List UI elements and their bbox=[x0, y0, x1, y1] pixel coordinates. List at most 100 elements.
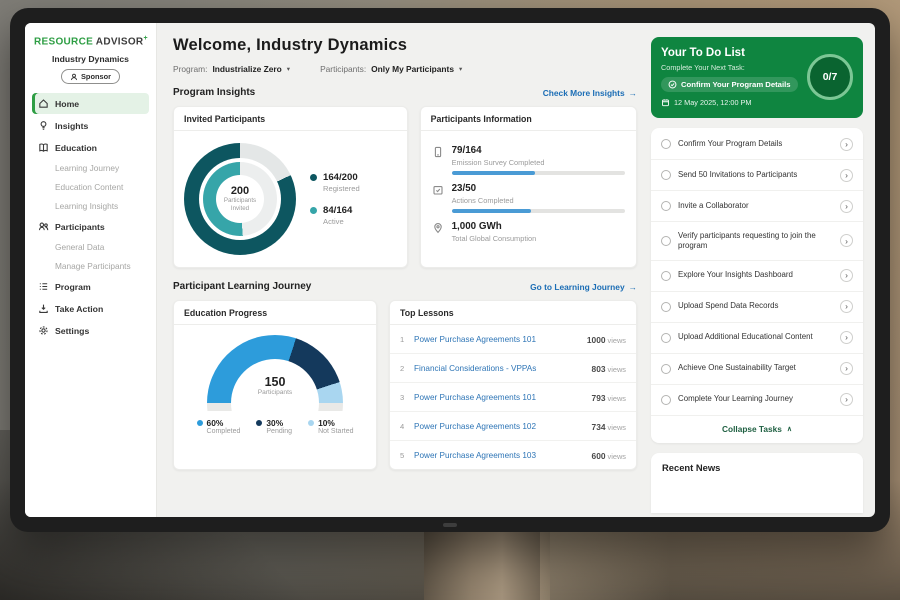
todo-summary-card: Your To Do List Complete Your Next Task:… bbox=[651, 37, 863, 118]
chevron-right-icon[interactable]: › bbox=[840, 200, 853, 213]
task-item[interactable]: Upload Additional Educational Content › bbox=[651, 323, 863, 354]
task-item[interactable]: Upload Spend Data Records › bbox=[651, 292, 863, 323]
chevron-right-icon[interactable]: › bbox=[840, 169, 853, 182]
task-checkbox[interactable] bbox=[661, 201, 671, 211]
section-title: Program Insights bbox=[173, 87, 255, 98]
learning-card-row: Education Progress 150 Participants bbox=[173, 300, 637, 470]
task-checkbox[interactable] bbox=[661, 364, 671, 374]
task-item[interactable]: Achieve One Sustainability Target › bbox=[651, 354, 863, 385]
gauge-center-label: Participants bbox=[258, 389, 292, 396]
link-label: Check More Insights bbox=[543, 88, 625, 98]
chevron-right-icon[interactable]: › bbox=[840, 300, 853, 313]
lesson-link[interactable]: Financial Considerations - VPPAs bbox=[414, 364, 585, 373]
program-select[interactable]: Program: Industrialize Zero ▾ bbox=[173, 64, 290, 74]
actions-progress-bar bbox=[452, 209, 625, 213]
task-checkbox[interactable] bbox=[661, 139, 671, 149]
gauge-center-value: 150 bbox=[265, 375, 286, 389]
lesson-row: 5 Power Purchase Agreements 103 600views bbox=[390, 441, 636, 469]
task-item[interactable]: Verify participants requesting to join t… bbox=[651, 222, 863, 261]
education-legend: 60% Completed 30% Pending bbox=[197, 418, 354, 435]
legend-label: Active bbox=[323, 217, 352, 226]
info-value: 1,000 GWh bbox=[452, 221, 625, 232]
collapse-tasks-link[interactable]: Collapse Tasks ∧ bbox=[651, 416, 863, 442]
check-more-insights-link[interactable]: Check More Insights → bbox=[543, 88, 637, 98]
sidebar-item-manage-participants[interactable]: Manage Participants bbox=[32, 257, 149, 275]
chevron-up-icon: ∧ bbox=[787, 425, 792, 433]
todo-next-task[interactable]: Confirm Your Program Details bbox=[661, 77, 798, 92]
chevron-right-icon[interactable]: › bbox=[840, 234, 853, 247]
legend-value: 60% bbox=[207, 418, 241, 428]
sidebar: RESOURCE ADVISOR+ Industry Dynamics Spon… bbox=[25, 23, 157, 517]
todo-time-label: 12 May 2025, 12:00 PM bbox=[674, 98, 751, 107]
sidebar-item-program[interactable]: Program bbox=[32, 276, 149, 297]
chevron-right-icon[interactable]: › bbox=[840, 393, 853, 406]
lesson-link[interactable]: Power Purchase Agreements 101 bbox=[414, 393, 585, 402]
task-checkbox[interactable] bbox=[661, 236, 671, 246]
lesson-views: 793 bbox=[592, 393, 606, 403]
gear-icon bbox=[38, 325, 49, 336]
card-title: Participants Information bbox=[421, 107, 636, 131]
sponsor-badge[interactable]: Sponsor bbox=[61, 69, 120, 84]
sidebar-item-general-data[interactable]: General Data bbox=[32, 238, 149, 256]
chevron-right-icon[interactable]: › bbox=[840, 362, 853, 375]
lesson-link[interactable]: Power Purchase Agreements 101 bbox=[414, 335, 581, 344]
task-checkbox[interactable] bbox=[661, 302, 671, 312]
info-row-emission-survey: 79/164 Emission Survey Completed bbox=[432, 145, 625, 175]
legend-item-registered: 164/200 Registered bbox=[310, 172, 360, 193]
arrow-right-icon: → bbox=[629, 282, 637, 292]
sidebar-item-education-content[interactable]: Education Content bbox=[32, 178, 149, 196]
info-label: Actions Completed bbox=[452, 196, 625, 205]
info-row-actions: 23/50 Actions Completed bbox=[432, 183, 625, 213]
education-progress-card: Education Progress 150 Participants bbox=[173, 300, 377, 470]
task-checkbox[interactable] bbox=[661, 395, 671, 405]
go-to-learning-journey-link[interactable]: Go to Learning Journey → bbox=[530, 282, 637, 292]
chevron-right-icon[interactable]: › bbox=[840, 269, 853, 282]
task-item[interactable]: Send 50 Invitations to Participants › bbox=[651, 160, 863, 191]
task-item[interactable]: Confirm Your Program Details › bbox=[651, 129, 863, 160]
todo-progress-value: 0/7 bbox=[823, 71, 838, 83]
task-checkbox[interactable] bbox=[661, 333, 671, 343]
todo-next-task-label: Confirm Your Program Details bbox=[681, 80, 791, 89]
lesson-link[interactable]: Power Purchase Agreements 102 bbox=[414, 422, 585, 431]
sidebar-item-home[interactable]: Home bbox=[32, 93, 149, 114]
task-item[interactable]: Invite a Collaborator › bbox=[651, 191, 863, 222]
sidebar-item-take-action[interactable]: Take Action bbox=[32, 298, 149, 319]
chevron-right-icon[interactable]: › bbox=[840, 331, 853, 344]
todo-summary-left: Your To Do List Complete Your Next Task:… bbox=[661, 47, 798, 107]
task-label: Confirm Your Program Details bbox=[678, 139, 833, 149]
main-content: Welcome, Industry Dynamics Program: Indu… bbox=[157, 23, 649, 517]
lesson-link[interactable]: Power Purchase Agreements 103 bbox=[414, 451, 585, 460]
sidebar-item-learning-insights[interactable]: Learning Insights bbox=[32, 197, 149, 215]
lightbulb-icon bbox=[38, 120, 49, 131]
participants-select[interactable]: Participants: Only My Participants ▾ bbox=[320, 64, 462, 74]
chevron-right-icon[interactable]: › bbox=[840, 138, 853, 151]
legend-dot bbox=[310, 207, 317, 214]
legend-dot bbox=[310, 174, 317, 181]
task-checkbox[interactable] bbox=[661, 271, 671, 281]
sidebar-item-insights[interactable]: Insights bbox=[32, 115, 149, 136]
program-select-value: Industrialize Zero bbox=[212, 64, 281, 74]
sidebar-item-settings[interactable]: Settings bbox=[32, 320, 149, 341]
lesson-views-label: views bbox=[608, 336, 626, 345]
todo-column: Your To Do List Complete Your Next Task:… bbox=[649, 23, 875, 517]
brand-advisor: ADVISOR bbox=[96, 36, 144, 47]
task-item[interactable]: Explore Your Insights Dashboard › bbox=[651, 261, 863, 292]
legend-label: Pending bbox=[266, 428, 292, 435]
sidebar-item-participants[interactable]: Participants bbox=[32, 216, 149, 237]
legend-item-pending: 30% Pending bbox=[256, 418, 292, 435]
sidebar-item-learning-journey[interactable]: Learning Journey bbox=[32, 159, 149, 177]
legend-value: 164/200 bbox=[323, 172, 360, 183]
brand-logo[interactable]: RESOURCE ADVISOR+ bbox=[32, 33, 149, 54]
filter-bar: Program: Industrialize Zero ▾ Participan… bbox=[173, 64, 637, 74]
sidebar-item-label: Insights bbox=[55, 121, 88, 131]
lesson-views: 734 bbox=[592, 422, 606, 432]
survey-device-icon bbox=[432, 145, 444, 175]
sidebar-item-education[interactable]: Education bbox=[32, 137, 149, 158]
download-action-icon bbox=[38, 303, 49, 314]
checklist-icon bbox=[432, 183, 444, 213]
participants-information-card: Participants Information 79/164 Emission… bbox=[420, 106, 637, 268]
task-item[interactable]: Complete Your Learning Journey › bbox=[651, 385, 863, 416]
lesson-rank: 2 bbox=[400, 364, 408, 373]
lesson-views: 600 bbox=[592, 451, 606, 461]
task-checkbox[interactable] bbox=[661, 170, 671, 180]
